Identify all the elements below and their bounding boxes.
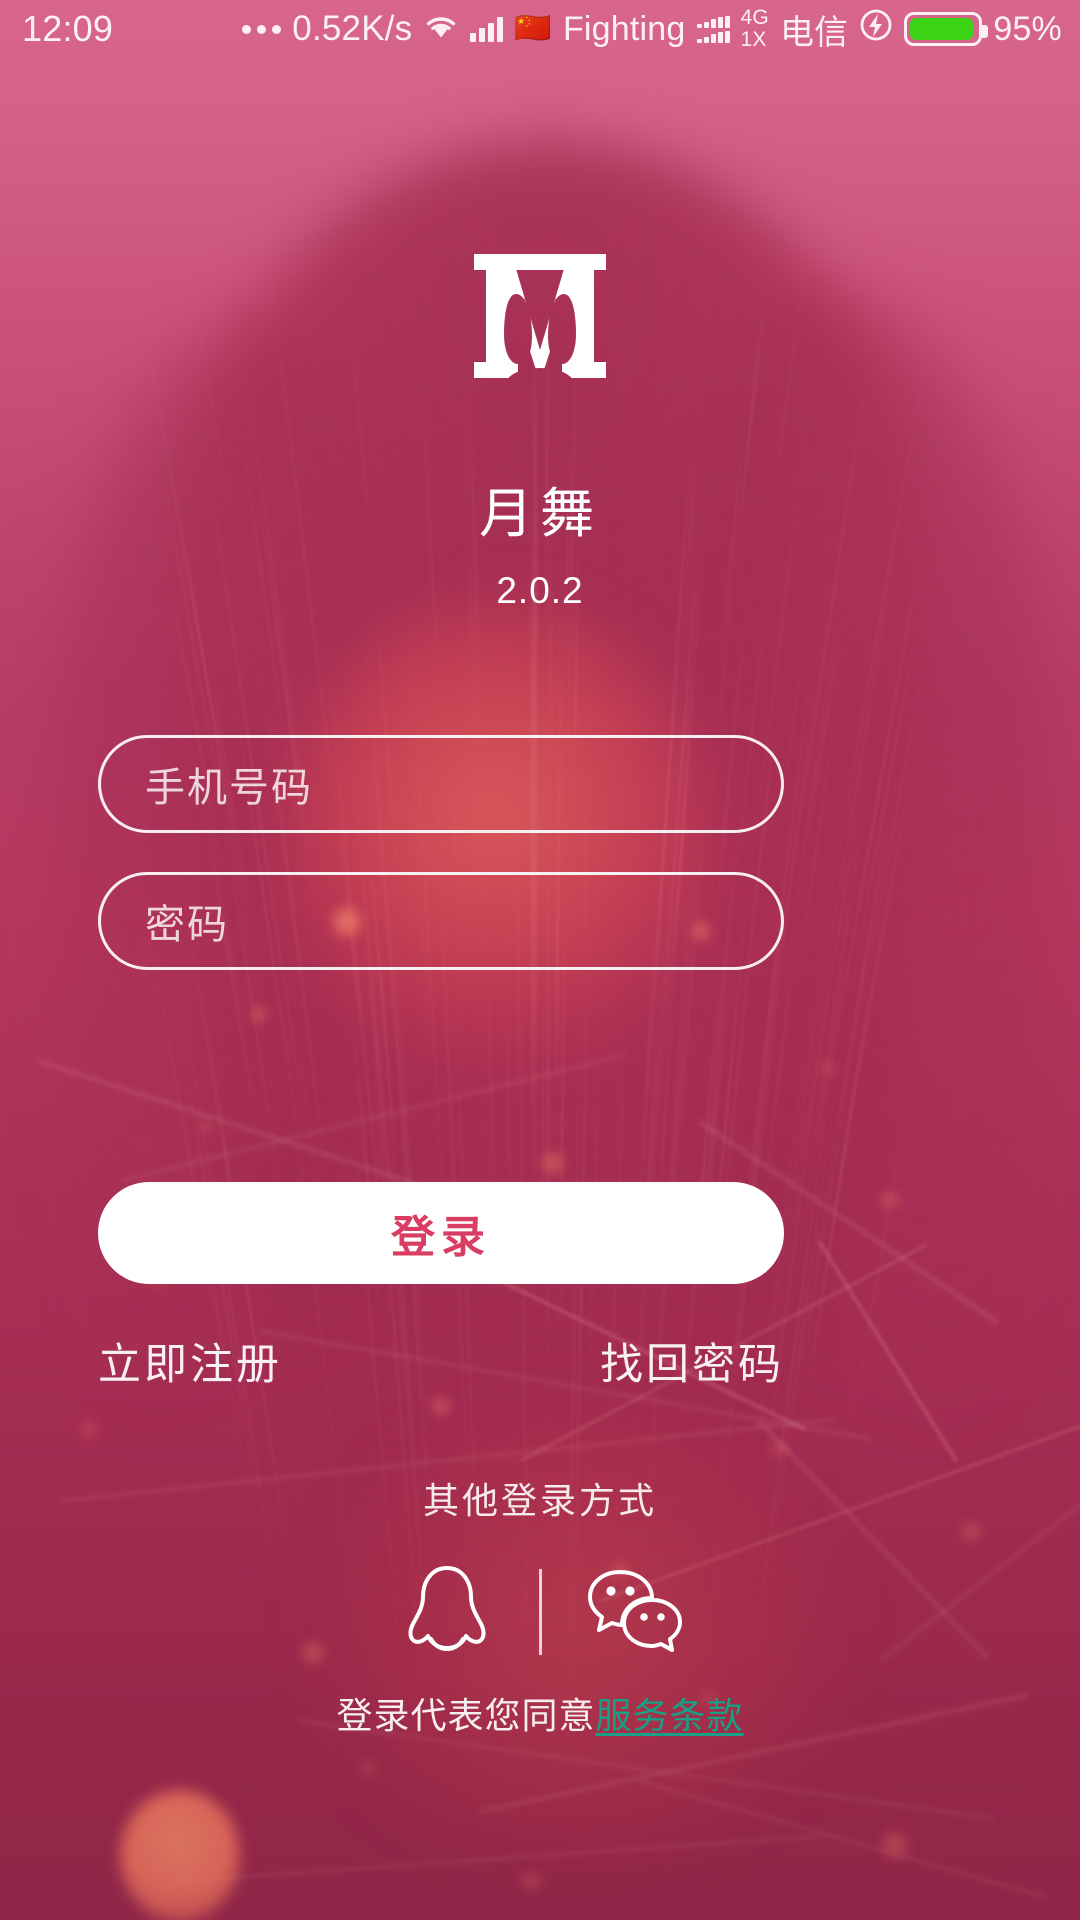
sim-label: Fighting [562, 9, 686, 48]
network-speed-text: 0.52K/s [292, 9, 413, 48]
wechat-bubbles-icon [582, 1562, 686, 1663]
status-bar: 12:09 0.52K/s 🇨🇳 Fighting 4G 1X 电信 95% [0, 0, 1080, 58]
password-input-placeholder: 密码 [145, 903, 229, 947]
terms-notice: 登录代表您同意服务条款 [0, 1687, 1080, 1739]
network-type-primary: 4G [740, 5, 769, 29]
app-version: 2.0.2 [496, 570, 584, 611]
qq-penguin-icon [399, 1560, 495, 1665]
more-dots-icon [242, 24, 282, 34]
wifi-icon [423, 10, 459, 49]
battery-icon [904, 12, 989, 46]
charging-bolt-icon [859, 8, 893, 51]
phone-input-placeholder: 手机号码 [145, 766, 313, 810]
terms-of-service-link[interactable]: 服务条款 [596, 1695, 744, 1736]
dual-signal-bars-icon [696, 15, 730, 43]
signal-bars-icon [470, 16, 504, 42]
qq-login-button[interactable] [395, 1560, 499, 1664]
wechat-login-button[interactable] [582, 1560, 686, 1664]
register-link[interactable]: 立即注册 [98, 1330, 282, 1392]
login-button[interactable]: 登录 [98, 1182, 784, 1284]
status-clock: 12:09 [22, 8, 114, 49]
carrier-label: 电信 [779, 13, 849, 52]
forgot-password-link[interactable]: 找回密码 [600, 1330, 784, 1392]
network-type-secondary: 1X [740, 28, 767, 51]
other-login-label: 其他登录方式 [422, 1480, 657, 1521]
password-input[interactable]: 密码 [98, 872, 784, 970]
battery-percent: 95% [993, 9, 1062, 48]
app-logo-m-icon [0, 232, 1080, 390]
china-flag-icon: 🇨🇳 [514, 12, 552, 45]
terms-prefix: 登录代表您同意 [336, 1695, 596, 1736]
phone-input[interactable]: 手机号码 [98, 735, 784, 833]
auth-links: 立即注册 找回密码 [98, 1330, 784, 1392]
social-login-row [0, 1560, 1080, 1664]
social-divider [538, 1569, 542, 1655]
app-name: 月舞 [479, 484, 601, 544]
